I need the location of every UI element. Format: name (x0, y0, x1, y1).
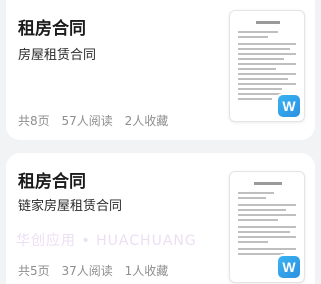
document-card[interactable]: 租房合同 链家房屋租赁合同 共5页 37人阅读 1人收藏 W (6, 153, 315, 284)
document-list: 租房合同 房屋租赁合同 共8页 57人阅读 2人收藏 W 租房合同 链家房屋租赁… (0, 0, 321, 284)
read-count: 37人阅读 (61, 264, 113, 278)
document-thumbnail[interactable]: W (229, 10, 305, 122)
favorite-count: 1人收藏 (124, 264, 169, 278)
document-subtitle: 链家房屋租赁合同 (18, 199, 123, 214)
document-card[interactable]: 租房合同 房屋租赁合同 共8页 57人阅读 2人收藏 W (6, 0, 315, 140)
page-count: 共8页 (18, 114, 50, 128)
document-title: 租房合同 (18, 172, 86, 192)
page-count: 共5页 (18, 264, 50, 278)
read-count: 57人阅读 (61, 114, 113, 128)
word-icon: W (278, 95, 300, 117)
document-subtitle: 房屋租赁合同 (18, 48, 97, 63)
word-icon: W (278, 256, 300, 278)
document-meta: 共5页 37人阅读 1人收藏 (18, 262, 174, 279)
document-meta: 共8页 57人阅读 2人收藏 (18, 112, 174, 129)
favorite-count: 2人收藏 (124, 114, 169, 128)
document-thumbnail[interactable]: W (229, 171, 305, 283)
document-title: 租房合同 (18, 19, 86, 39)
